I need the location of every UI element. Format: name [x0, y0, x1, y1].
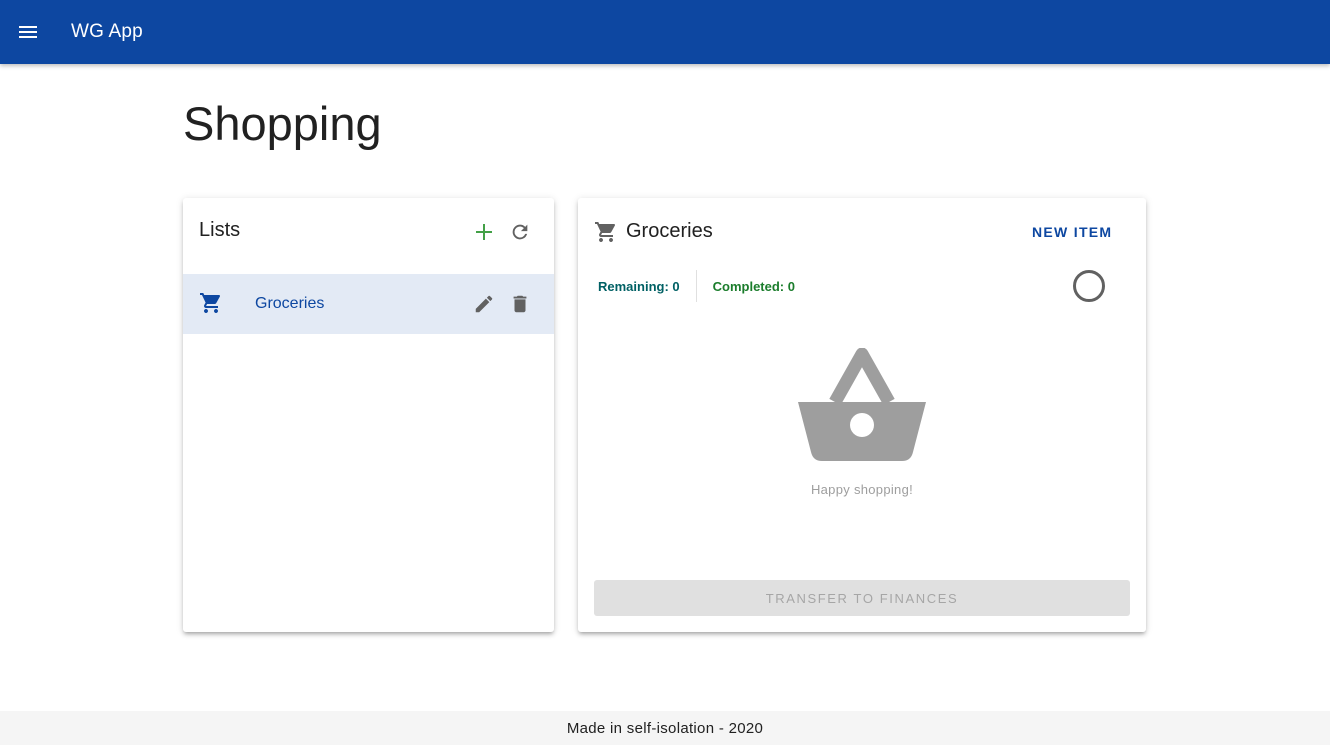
- menu-button[interactable]: [0, 0, 56, 64]
- refresh-icon: [512, 224, 528, 240]
- remaining-count: Remaining: 0: [598, 278, 680, 294]
- cart-icon: [199, 291, 223, 320]
- transfer-to-finances-button[interactable]: TRANSFER TO FINANCES: [594, 580, 1130, 616]
- list-item[interactable]: Groceries: [183, 274, 554, 334]
- app-title: WG App: [71, 21, 143, 42]
- lists-card: Lists Groceries: [183, 198, 554, 632]
- basket-icon: [796, 347, 928, 469]
- delete-list-button[interactable]: [506, 290, 534, 318]
- item-stats: Remaining: 0 Completed: 0: [598, 270, 795, 302]
- plus-icon: [476, 224, 492, 240]
- completed-count: Completed: 0: [712, 278, 795, 294]
- list-item-label: Groceries: [255, 295, 325, 312]
- cart-icon: [594, 220, 618, 249]
- app-bar: WG App: [0, 0, 1330, 64]
- trash-icon: [513, 295, 527, 313]
- stats-divider: [695, 270, 697, 302]
- list-detail-title: Groceries: [626, 220, 713, 242]
- pencil-icon: [475, 295, 493, 313]
- list-detail-card: Groceries NEW ITEM Remaining: 0 Complete…: [578, 198, 1146, 632]
- progress-ring: [1073, 270, 1105, 302]
- menu-icon: [19, 26, 37, 38]
- refresh-button[interactable]: [506, 218, 534, 246]
- lists-title: Lists: [199, 219, 241, 241]
- empty-state-text: Happy shopping!: [810, 482, 914, 497]
- add-list-button[interactable]: [470, 218, 498, 246]
- page-title: Shopping: [183, 97, 382, 150]
- footer: Made in self-isolation - 2020: [0, 711, 1330, 745]
- new-item-button[interactable]: NEW ITEM: [1024, 218, 1120, 246]
- edit-list-button[interactable]: [470, 290, 498, 318]
